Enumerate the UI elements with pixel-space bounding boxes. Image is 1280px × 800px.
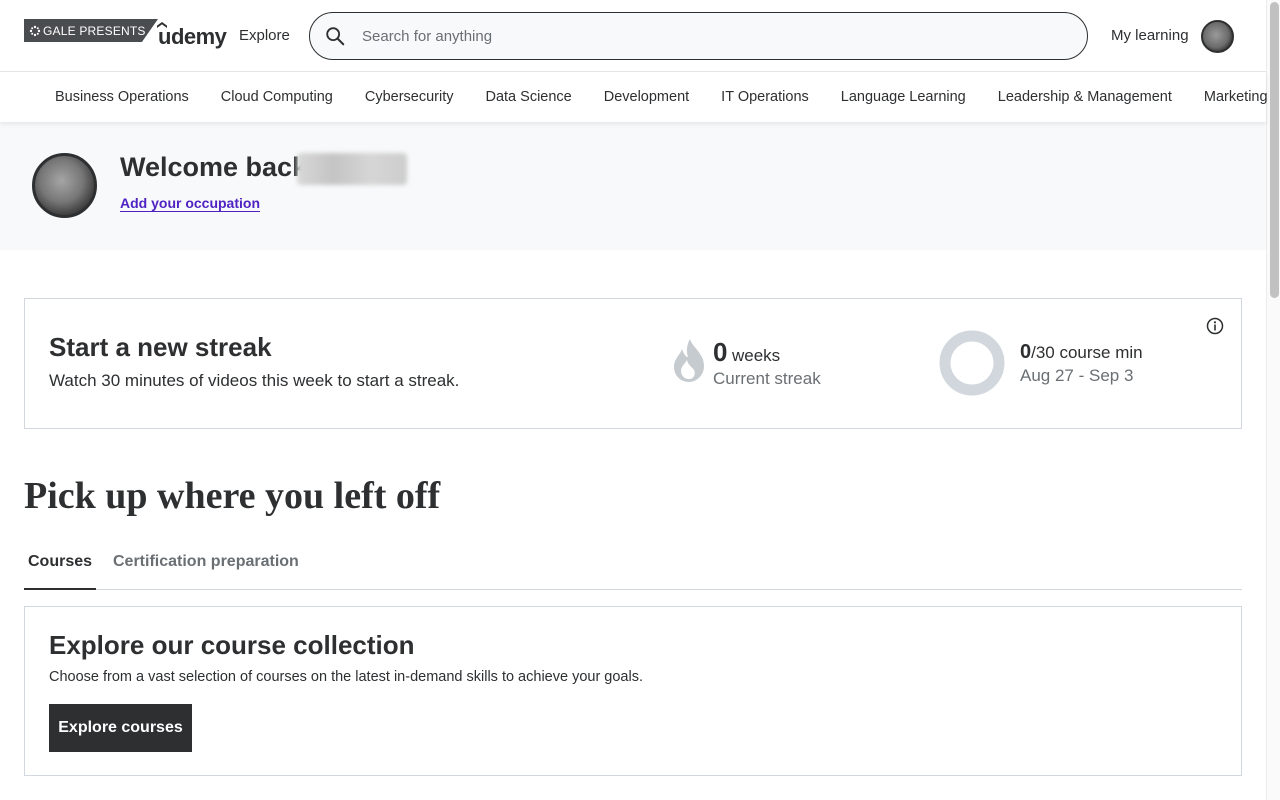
current-streak-label: Current streak	[713, 369, 821, 388]
category-item-leadership-management[interactable]: Leadership & Management	[982, 89, 1188, 105]
streak-title: Start a new streak	[49, 332, 272, 362]
category-item-language-learning[interactable]: Language Learning	[825, 89, 982, 105]
minutes-done-value: 0	[1020, 341, 1032, 363]
tab-courses[interactable]: Courses	[24, 540, 97, 590]
course-tabs: Courses Certification preparation	[24, 540, 1242, 590]
streak-card: Start a new streak Watch 30 minutes of v…	[24, 298, 1242, 429]
explore-card-title: Explore our course collection	[49, 630, 415, 660]
flame-icon	[674, 339, 704, 382]
category-item-marketing[interactable]: Marketing	[1188, 89, 1280, 105]
my-learning-link[interactable]: My learning	[1111, 27, 1189, 44]
explore-collection-card: Explore our course collection Choose fro…	[24, 606, 1242, 776]
course-minutes-progress: 0/30 course min	[1020, 341, 1143, 364]
streak-weeks-value: 0	[713, 337, 728, 367]
info-icon[interactable]	[1205, 316, 1225, 336]
pickup-heading: Pick up where you left off	[24, 475, 441, 517]
minutes-goal-label: /30 course min	[1031, 343, 1143, 362]
welcome-banner: Welcome back, Add your occupation	[0, 122, 1266, 250]
udemy-logo[interactable]: udemy	[157, 22, 227, 50]
category-item-cybersecurity[interactable]: Cybersecurity	[349, 89, 470, 105]
tab-certification-preparation[interactable]: Certification preparation	[109, 540, 303, 590]
category-item-data-science[interactable]: Data Science	[469, 89, 587, 105]
add-occupation-link[interactable]: Add your occupation	[120, 195, 260, 211]
search-input[interactable]	[362, 13, 1062, 59]
page-scrollbar[interactable]	[1266, 0, 1280, 800]
search-bar[interactable]	[309, 12, 1088, 60]
welcome-heading: Welcome back,	[120, 152, 315, 182]
gale-badge-text: GALE PRESENTS	[43, 23, 146, 38]
explore-courses-button[interactable]: Explore courses	[49, 704, 192, 752]
category-item-business-operations[interactable]: Business Operations	[39, 89, 205, 105]
weekly-progress-ring	[939, 330, 1005, 396]
udemy-logo-text: udemy	[158, 24, 227, 49]
explore-card-subtitle: Choose from a vast selection of courses …	[49, 669, 643, 685]
streak-subtitle: Watch 30 minutes of videos this week to …	[49, 371, 460, 390]
gale-presents-badge[interactable]: GALE PRESENTS	[24, 19, 158, 42]
category-item-development[interactable]: Development	[588, 89, 705, 105]
category-nav: Business Operations Cloud Computing Cybe…	[0, 72, 1268, 122]
streak-date-range: Aug 27 - Sep 3	[1020, 366, 1134, 385]
scrollbar-thumb[interactable]	[1270, 2, 1279, 298]
category-item-cloud-computing[interactable]: Cloud Computing	[205, 89, 349, 105]
avatar[interactable]	[1201, 20, 1234, 53]
user-avatar[interactable]	[32, 153, 97, 218]
gale-logo-icon	[29, 25, 41, 36]
blurred-user-name	[297, 153, 407, 185]
search-icon[interactable]	[324, 25, 346, 47]
streak-weeks-label: weeks	[732, 346, 781, 365]
top-header: GALE PRESENTS udemy Explore My learning	[0, 0, 1266, 72]
category-item-it-operations[interactable]: IT Operations	[705, 89, 825, 105]
explore-menu-link[interactable]: Explore	[239, 27, 290, 44]
